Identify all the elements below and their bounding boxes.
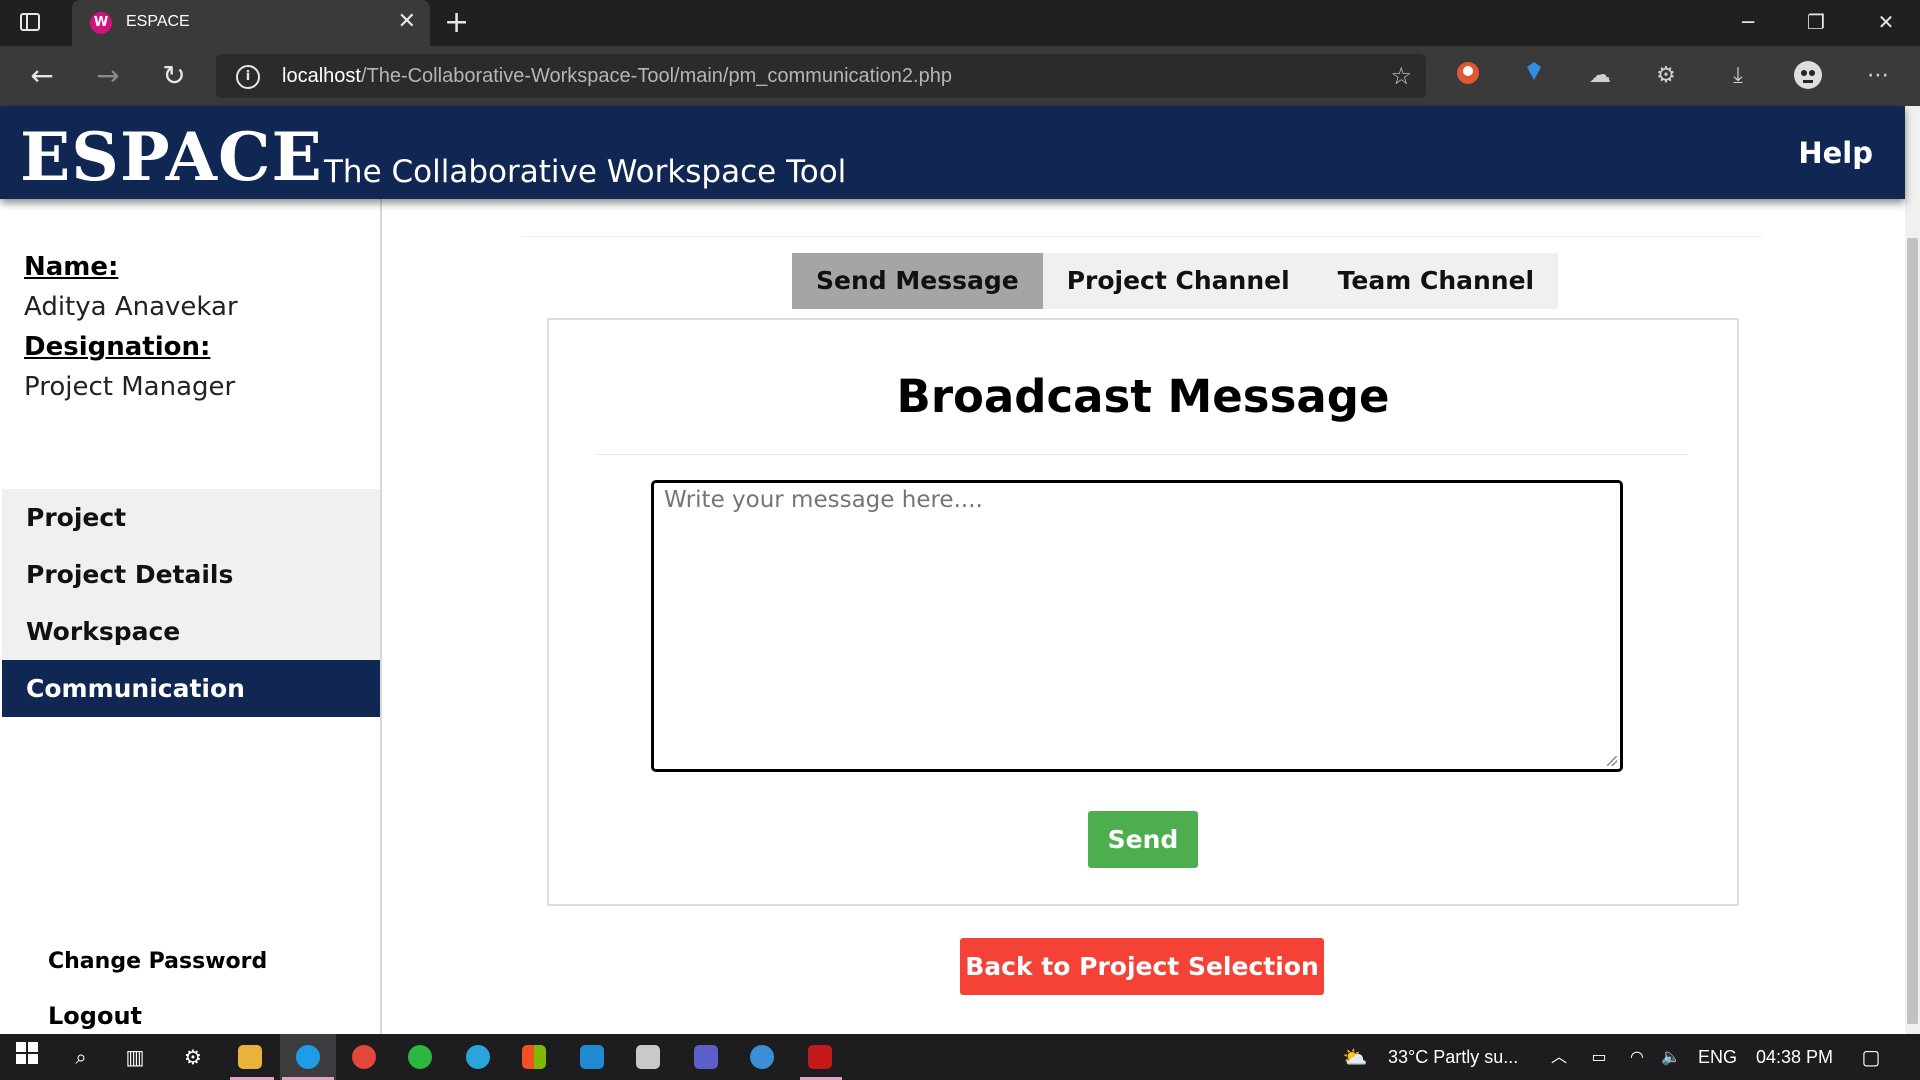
weather-icon[interactable]: ⛅ <box>1340 1042 1370 1072</box>
tab-team-channel[interactable]: Team Channel <box>1314 253 1558 309</box>
extensions-puzzle-icon[interactable]: ⚙ <box>1650 60 1682 92</box>
virtualbox-icon[interactable] <box>636 1045 660 1069</box>
vertical-scrollbar[interactable] <box>1905 106 1920 1034</box>
telegram-icon[interactable] <box>466 1045 490 1069</box>
broadcast-card: Broadcast Message Write your message her… <box>547 318 1739 906</box>
vscode-icon[interactable] <box>580 1045 604 1069</box>
cloud-extension-icon[interactable]: ☁ <box>1584 60 1616 92</box>
change-password-link[interactable]: Change Password <box>48 934 267 989</box>
sidebar: Name: Aditya Anavekar Designation: Proje… <box>0 199 382 1034</box>
designation-value: Project Manager <box>24 372 236 402</box>
divider <box>597 454 1687 455</box>
battery-icon[interactable]: ▭ <box>1584 1042 1614 1072</box>
card-title: Broadcast Message <box>896 370 1390 423</box>
windows-start-icon[interactable] <box>12 1042 42 1072</box>
communication-tabs: Send Message Project Channel Team Channe… <box>792 253 1559 309</box>
app-icon[interactable] <box>750 1045 774 1069</box>
gem-extension-icon[interactable] <box>1518 60 1550 92</box>
downloads-icon[interactable]: ⤓ <box>1722 60 1754 92</box>
language-indicator[interactable]: ENG <box>1698 1047 1737 1068</box>
profile-avatar-icon[interactable] <box>1792 60 1824 92</box>
clock[interactable]: 04:38 PM <box>1756 1047 1833 1068</box>
search-icon[interactable]: ⌕ <box>66 1042 96 1072</box>
browser-tab[interactable]: W ESPACE ✕ <box>72 0 430 46</box>
account-links: Change Password Logout <box>48 934 267 1044</box>
tab-project-channel[interactable]: Project Channel <box>1043 253 1314 309</box>
refresh-icon[interactable]: ↻ <box>156 60 192 92</box>
restore-icon[interactable]: ❐ <box>1796 8 1836 36</box>
site-info-icon[interactable]: i <box>236 65 260 89</box>
back-to-project-selection-button[interactable]: Back to Project Selection <box>960 938 1324 995</box>
wifi-icon[interactable]: ◠ <box>1622 1042 1652 1072</box>
main-content: Send Message Project Channel Team Channe… <box>382 199 1905 1034</box>
edge-browser-icon[interactable] <box>296 1045 320 1069</box>
whatsapp-icon[interactable] <box>408 1045 432 1069</box>
acrobat-icon[interactable] <box>808 1045 832 1069</box>
url-text[interactable]: localhost/The-Collaborative-Workspace-To… <box>282 65 952 88</box>
weather-text[interactable]: 33°C Partly su... <box>1388 1047 1518 1068</box>
name-label: Name: <box>24 252 119 282</box>
windows-taskbar: ⌕ ▥ ⚙ ⛅ 33°C Partly su... ︿ ▭ ◠ 🔈 ENG 04… <box>0 1034 1920 1080</box>
divider <box>522 236 1762 237</box>
designation-label: Designation: <box>24 332 211 362</box>
name-value: Aditya Anavekar <box>24 292 238 322</box>
new-tab-icon[interactable]: + <box>444 6 469 40</box>
app-header: ESPACE The Collaborative Workspace Tool … <box>0 106 1905 199</box>
user-profile: Name: Aditya Anavekar Designation: Proje… <box>24 247 238 407</box>
sidebar-item-workspace[interactable]: Workspace <box>2 603 380 660</box>
tab-send-message[interactable]: Send Message <box>792 253 1043 309</box>
notifications-icon[interactable]: ▢ <box>1856 1042 1886 1072</box>
address-bar[interactable]: i localhost/The-Collaborative-Workspace-… <box>216 54 1426 98</box>
back-arrow-icon[interactable]: ← <box>24 60 60 92</box>
settings-gear-icon[interactable]: ⚙ <box>178 1042 208 1072</box>
minimize-icon[interactable]: ─ <box>1728 8 1768 36</box>
forward-arrow-icon[interactable]: → <box>90 60 126 92</box>
favorite-star-icon[interactable]: ☆ <box>1390 62 1412 90</box>
volume-icon[interactable]: 🔈 <box>1656 1042 1686 1072</box>
task-view-icon[interactable]: ▥ <box>120 1042 150 1072</box>
message-textarea[interactable]: Write your message here.... <box>651 480 1623 772</box>
sidebar-item-project[interactable]: Project <box>2 489 380 546</box>
browser-tab-strip: W ESPACE ✕ + ─ ❐ ✕ <box>0 0 1920 46</box>
help-link[interactable]: Help <box>1798 136 1873 170</box>
sidebar-item-project-details[interactable]: Project Details <box>2 546 380 603</box>
browser-tab-title: ESPACE <box>126 13 190 30</box>
more-menu-icon[interactable]: ⋯ <box>1862 60 1894 92</box>
app-logo[interactable]: ESPACE <box>20 122 323 192</box>
close-tab-icon[interactable]: ✕ <box>398 10 416 34</box>
sidebar-item-communication[interactable]: Communication <box>2 660 380 717</box>
tab-actions-icon[interactable] <box>18 10 46 36</box>
teams-icon[interactable] <box>694 1045 718 1069</box>
chrome-icon[interactable] <box>352 1045 376 1069</box>
browser-toolbar: ← → ↻ i localhost/The-Collaborative-Work… <box>0 46 1920 106</box>
send-button[interactable]: Send <box>1088 811 1198 868</box>
scrollbar-thumb[interactable] <box>1907 238 1918 1024</box>
resize-grip-icon[interactable] <box>1607 756 1617 766</box>
microsoft-store-icon[interactable] <box>522 1045 546 1069</box>
duckduckgo-extension-icon[interactable] <box>1452 60 1484 92</box>
file-explorer-icon[interactable] <box>238 1045 262 1069</box>
sidebar-menu: Project Project Details Workspace Commun… <box>2 489 380 717</box>
espace-favicon-icon: W <box>90 12 112 34</box>
message-placeholder: Write your message here.... <box>664 487 983 513</box>
app-tagline: The Collaborative Workspace Tool <box>324 154 847 190</box>
chevron-up-icon[interactable]: ︿ <box>1544 1042 1574 1072</box>
close-window-icon[interactable]: ✕ <box>1866 8 1906 36</box>
